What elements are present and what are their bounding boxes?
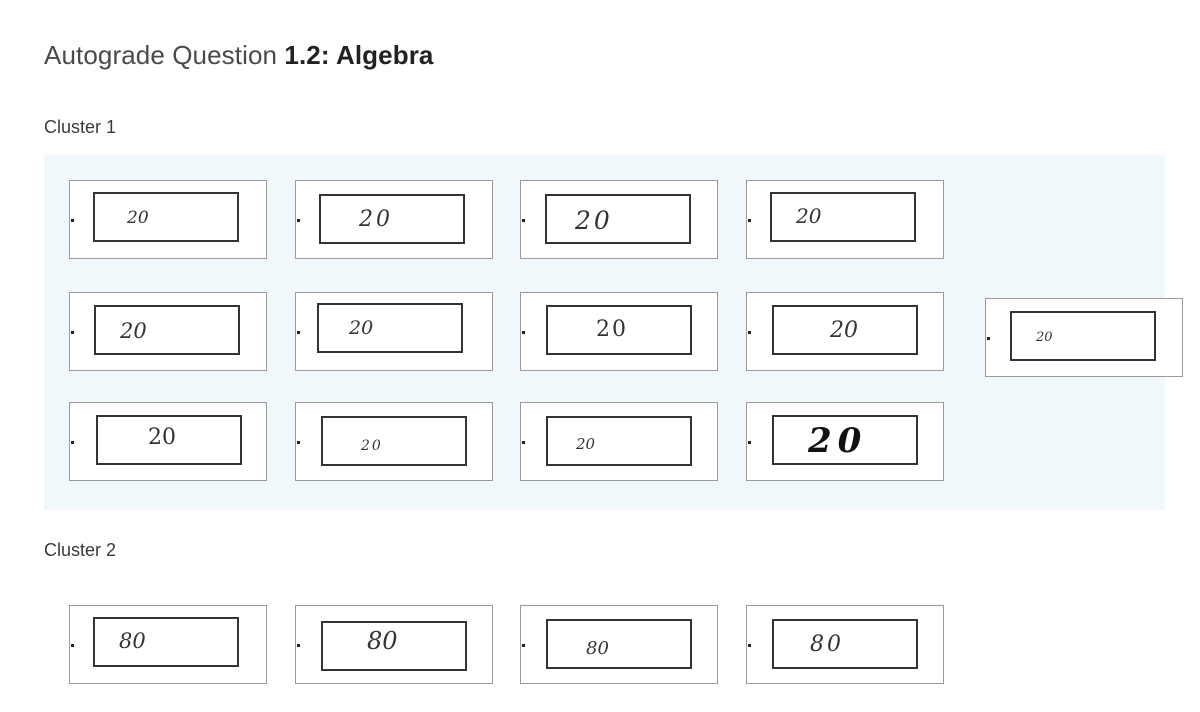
answer-thumbnail[interactable]: 20	[746, 180, 944, 259]
answer-thumbnail[interactable]: 80	[746, 605, 944, 684]
handwritten-answer: 20	[359, 207, 393, 232]
answer-thumbnail[interactable]: 20	[295, 292, 493, 371]
answer-thumbnail[interactable]: 20	[746, 292, 944, 371]
page-title: Autograde Question 1.2: Algebra	[44, 40, 433, 71]
title-question-number: 1.2: Algebra	[284, 40, 434, 70]
title-prefix: Autograde Question	[44, 40, 285, 70]
handwritten-answer: 80	[810, 632, 844, 657]
answer-thumbnail[interactable]: 20	[985, 298, 1183, 377]
handwritten-answer: 20	[575, 206, 613, 235]
answer-thumbnail[interactable]: 80	[69, 605, 267, 684]
answer-thumbnail[interactable]: 20	[295, 180, 493, 259]
answer-thumbnail[interactable]: 20	[520, 292, 718, 371]
handwritten-answer: 80	[367, 627, 398, 655]
answer-thumbnail[interactable]: 20	[69, 180, 267, 259]
handwritten-answer: 20	[120, 319, 147, 343]
answer-thumbnail[interactable]: 20	[520, 180, 718, 259]
answer-thumbnail[interactable]: 80	[520, 605, 718, 684]
handwritten-answer: 20	[576, 435, 596, 453]
cluster-1-label: Cluster 1	[44, 117, 117, 137]
handwritten-answer: 20	[1036, 330, 1053, 345]
autograde-page: Autograde Question 1.2: Algebra Cluster …	[0, 0, 1200, 712]
answer-thumbnail[interactable]: 80	[295, 605, 493, 684]
handwritten-answer: 80	[119, 629, 146, 653]
handwritten-answer: 20	[349, 317, 374, 339]
handwritten-answer: 20	[361, 438, 383, 454]
answer-thumbnail[interactable]: 20	[69, 402, 267, 481]
answer-thumbnail[interactable]: 20	[69, 292, 267, 371]
handwritten-answer: 20	[808, 421, 868, 461]
answer-thumbnail[interactable]: 20	[520, 402, 718, 481]
handwritten-answer: 20	[127, 208, 149, 228]
handwritten-answer: 20	[596, 317, 628, 342]
answer-thumbnail[interactable]: 20	[746, 402, 944, 481]
answer-thumbnail[interactable]: 20	[295, 402, 493, 481]
cluster-2-label: Cluster 2	[44, 540, 117, 560]
handwritten-answer: 20	[830, 318, 858, 343]
handwritten-answer: 20	[796, 204, 822, 228]
handwritten-answer: 80	[586, 638, 609, 659]
handwritten-answer: 20	[148, 425, 176, 450]
